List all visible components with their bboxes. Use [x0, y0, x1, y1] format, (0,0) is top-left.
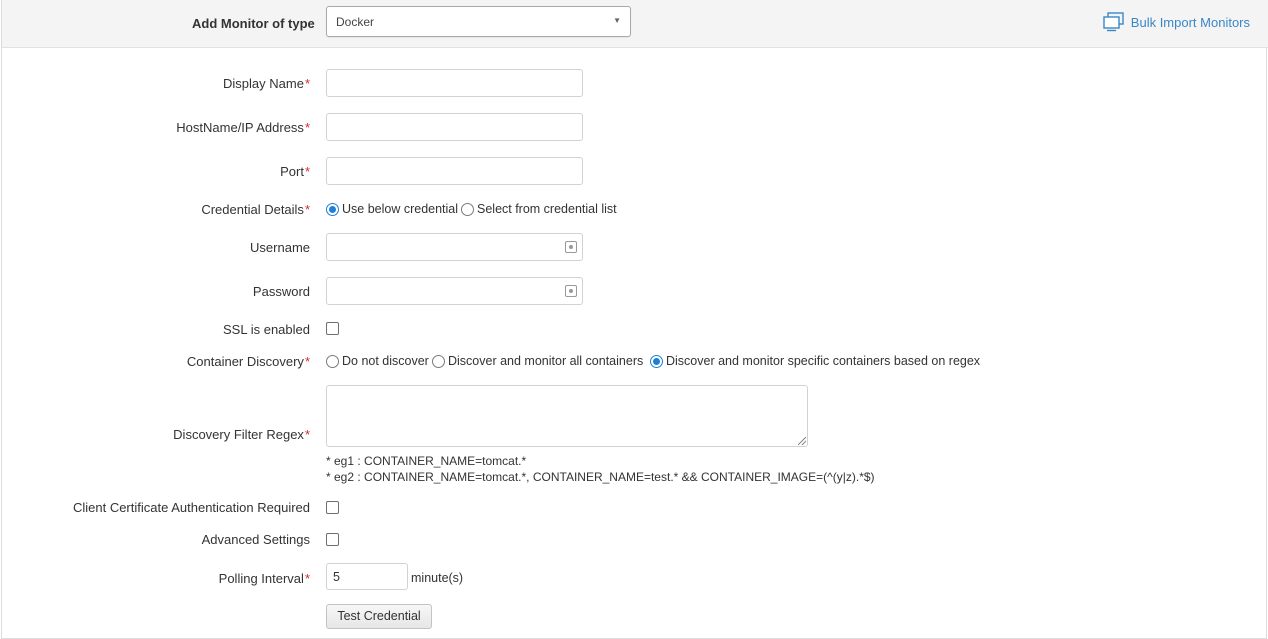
polling-interval-value: 5 [333, 570, 340, 584]
credential-details-label-text: Credential Details [201, 202, 304, 217]
port-label-text: Port [280, 164, 304, 179]
credential-details-label: Credential Details* [201, 202, 310, 217]
container-discovery-label-text: Container Discovery [186, 354, 304, 369]
polling-interval-label: Polling Interval* [219, 571, 310, 586]
client-cert-checkbox[interactable] [326, 501, 339, 514]
required-marker: * [304, 202, 310, 217]
resize-handle-icon[interactable] [798, 437, 806, 445]
use-below-credential-radio[interactable]: Use below credential [326, 202, 458, 216]
container-discovery-label: Container Discovery* [187, 354, 310, 369]
radio-unselected-icon [326, 354, 339, 368]
polling-interval-input[interactable]: 5 [326, 563, 408, 590]
regex-example-2: * eg2 : CONTAINER_NAME=tomcat.*, CONTAIN… [326, 470, 875, 484]
port-input[interactable] [326, 157, 583, 185]
polling-interval-label-text: Polling Interval [218, 571, 304, 586]
select-credential-list-radio[interactable]: Select from credential list [461, 202, 617, 216]
test-credential-button[interactable]: Test Credential [326, 604, 432, 629]
username-label: Username [250, 240, 310, 255]
required-marker: * [304, 76, 310, 91]
ssl-checkbox[interactable] [326, 322, 339, 335]
radio-selected-icon [650, 354, 663, 368]
select-credential-list-label: Select from credential list [477, 202, 617, 216]
bulk-import-icon [1103, 12, 1124, 32]
required-marker: * [304, 120, 310, 135]
hostname-label: HostName/IP Address* [176, 120, 310, 135]
monitor-form-panel: Add Monitor of type Docker ▼ Bulk Import… [1, 0, 1268, 639]
monitor-type-value: Docker [336, 15, 375, 29]
radio-unselected-icon [461, 202, 474, 216]
required-marker: * [304, 427, 310, 442]
password-label: Password [252, 284, 310, 299]
radio-unselected-icon [432, 354, 445, 368]
do-not-discover-label: Do not discover [342, 354, 429, 368]
username-input[interactable] [326, 233, 583, 261]
required-marker: * [304, 354, 310, 369]
polling-interval-unit: minute(s) [411, 571, 464, 585]
client-cert-label: Client Certificate Authentication Requir… [72, 500, 310, 515]
ssl-label: SSL is enabled [223, 322, 310, 337]
hostname-label-text: HostName/IP Address [176, 120, 304, 135]
port-label: Port* [280, 164, 310, 179]
do-not-discover-radio[interactable]: Do not discover [326, 354, 429, 368]
monitor-type-label: Add Monitor of type [192, 16, 315, 31]
credential-key-icon[interactable] [565, 241, 577, 253]
required-marker: * [304, 164, 310, 179]
monitor-type-bar: Add Monitor of type Docker ▼ Bulk Import… [2, 0, 1268, 48]
discover-regex-radio[interactable]: Discover and monitor specific containers… [650, 354, 980, 368]
regex-example-1: * eg1 : CONTAINER_NAME=tomcat.* [326, 454, 527, 468]
display-name-label: Display Name* [223, 76, 310, 91]
radio-selected-icon [326, 202, 339, 216]
use-below-credential-label: Use below credential [342, 202, 459, 216]
monitor-type-select[interactable]: Docker ▼ [326, 6, 631, 37]
credential-key-icon[interactable] [565, 285, 577, 297]
bulk-import-label: Bulk Import Monitors [1130, 14, 1250, 30]
required-marker: * [304, 571, 310, 586]
discovery-filter-label-text: Discovery Filter Regex [173, 427, 304, 442]
display-name-input[interactable] [326, 69, 583, 97]
display-name-label-text: Display Name [223, 76, 304, 91]
discover-regex-label: Discover and monitor specific containers… [666, 354, 981, 368]
discovery-filter-label: Discovery Filter Regex* [173, 427, 310, 442]
chevron-down-icon: ▼ [613, 16, 621, 25]
password-input[interactable] [326, 277, 583, 305]
hostname-input[interactable] [326, 113, 583, 141]
advanced-settings-label: Advanced Settings [201, 532, 310, 547]
discover-all-label: Discover and monitor all containers [448, 354, 644, 368]
discover-all-radio[interactable]: Discover and monitor all containers [432, 354, 643, 368]
advanced-settings-checkbox[interactable] [326, 533, 339, 546]
discovery-filter-textarea[interactable] [326, 385, 808, 447]
bulk-import-link[interactable]: Bulk Import Monitors [1103, 12, 1250, 32]
